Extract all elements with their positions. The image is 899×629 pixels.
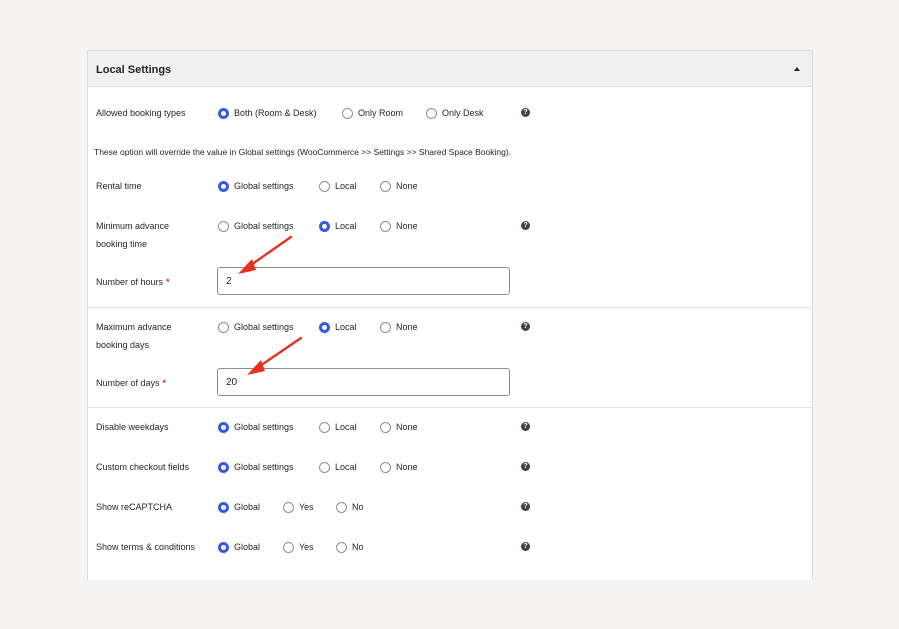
red-arrow-hours [238, 235, 293, 274]
red-arrow-days [247, 336, 303, 375]
annotation-arrows [238, 235, 303, 375]
